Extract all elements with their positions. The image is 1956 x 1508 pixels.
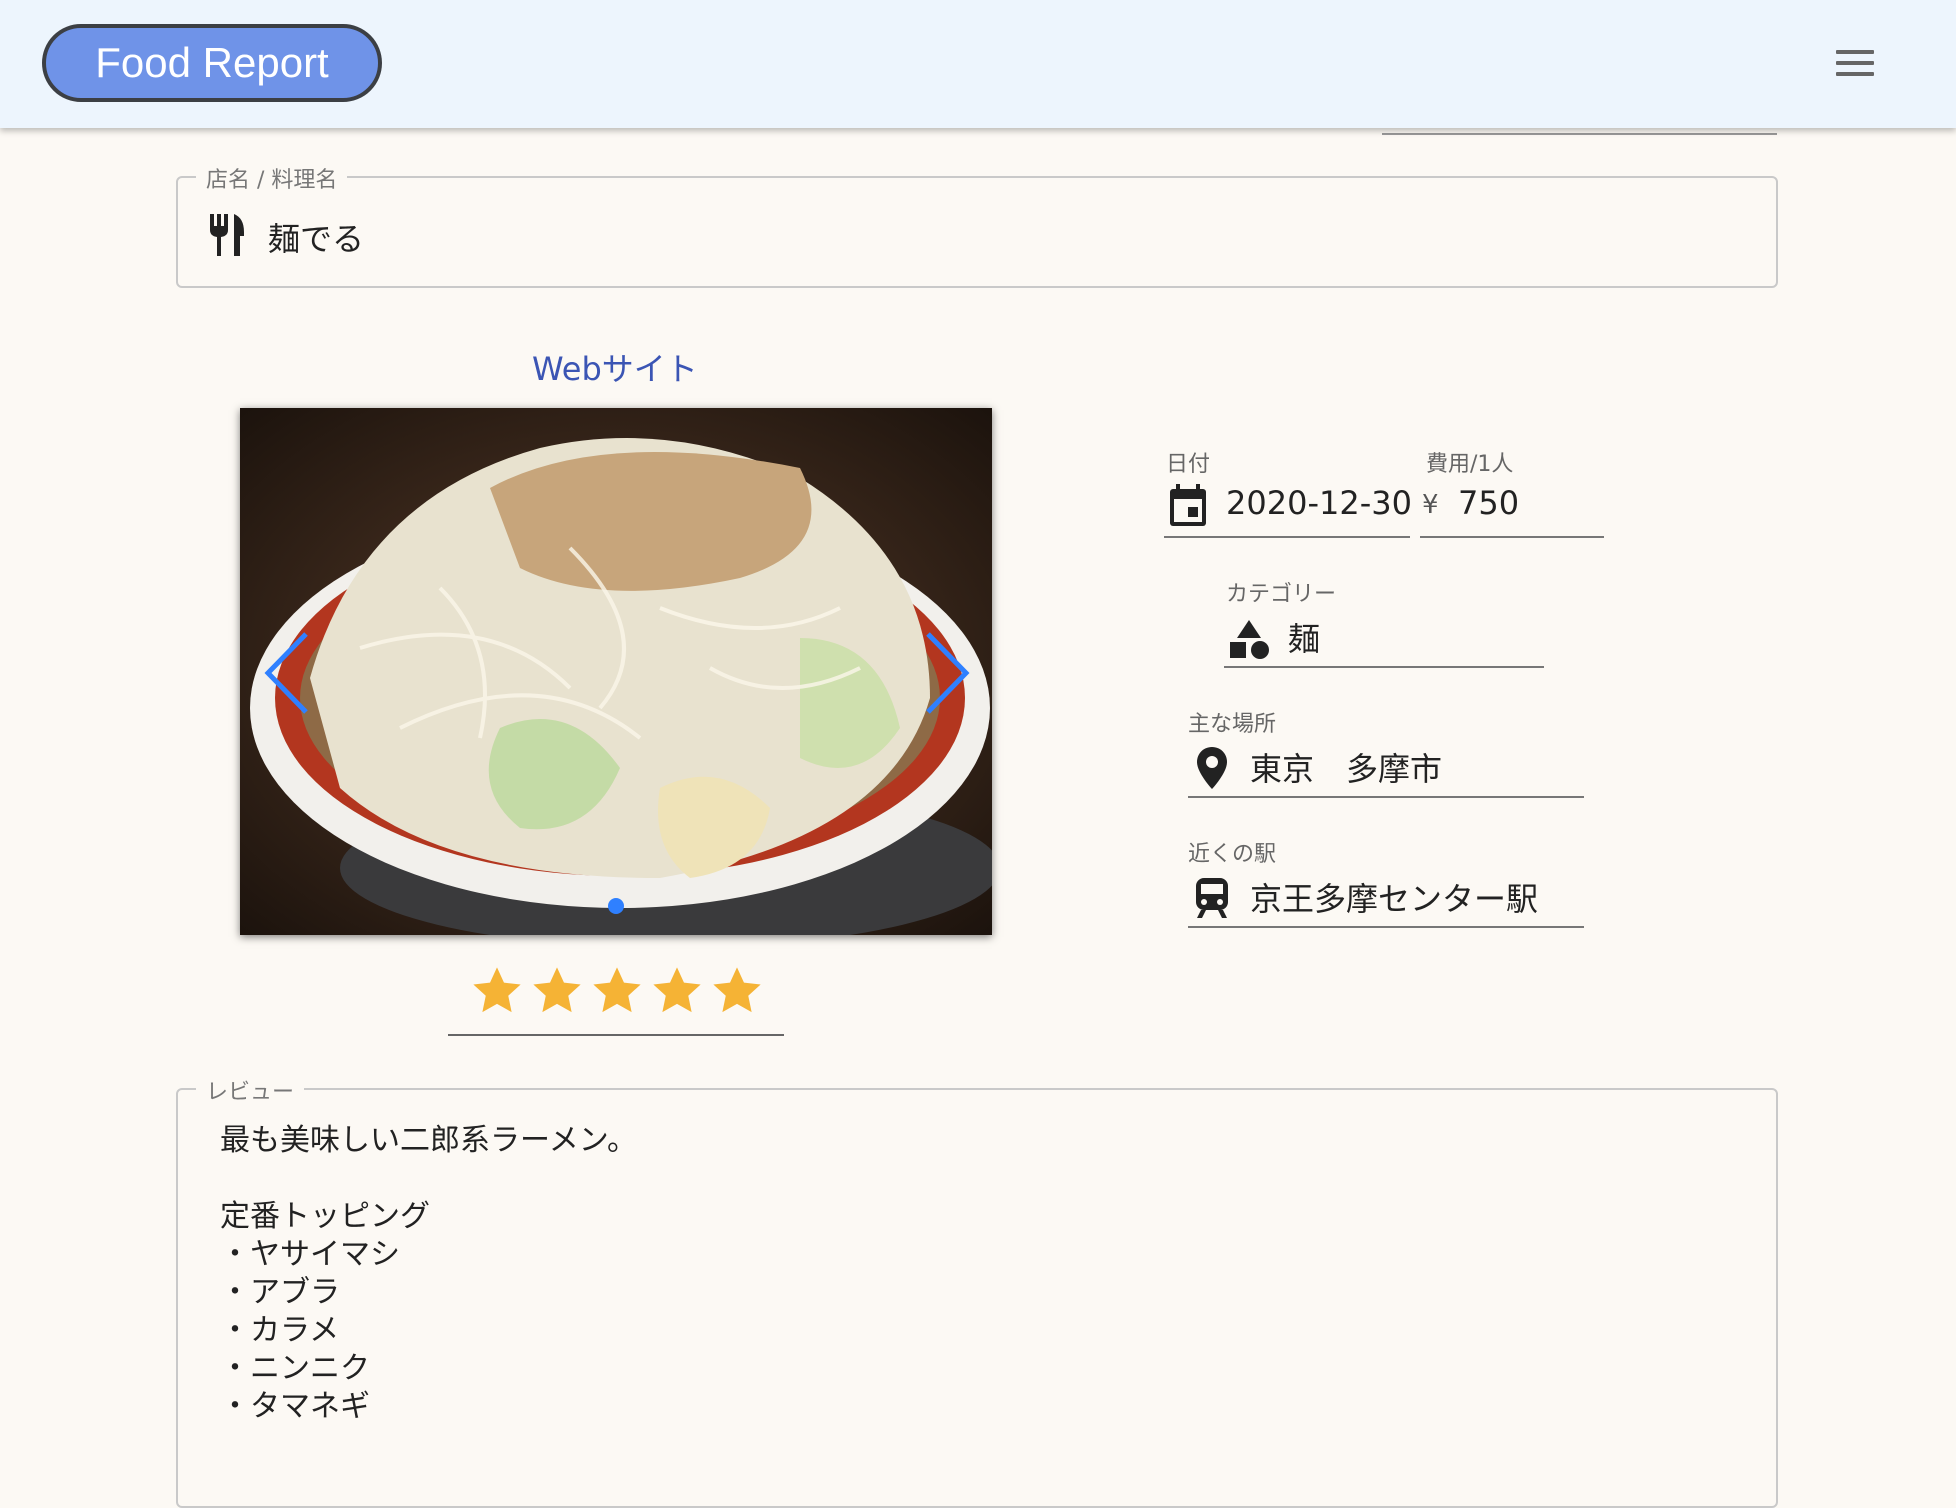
- review-line: ・カラメ: [220, 1313, 340, 1348]
- review-line: ・タマネギ: [220, 1389, 370, 1424]
- star-icon[interactable]: [530, 964, 584, 1018]
- review-field[interactable]: レビュー 最も美味しい二郎系ラーメン。 定番トッピング ・ヤサイマシ ・アブラ ・カラメ…: [176, 1074, 1778, 1508]
- location-label: 主な場所: [1188, 712, 1277, 737]
- review-line: 最も美味しい二郎系ラーメン。: [220, 1123, 637, 1158]
- yen-icon: ¥: [1422, 490, 1439, 520]
- divider: [1382, 133, 1777, 135]
- star-icon[interactable]: [650, 964, 704, 1018]
- map-pin-icon: [1197, 747, 1227, 789]
- app-bar: Food Report: [0, 0, 1956, 128]
- station-label: 近くの駅: [1188, 842, 1277, 867]
- food-photo: [240, 408, 992, 935]
- star-icon[interactable]: [710, 964, 764, 1018]
- chevron-left-icon[interactable]: [258, 628, 318, 718]
- review-line: [220, 1160, 637, 1198]
- star-icon[interactable]: [590, 964, 644, 1018]
- review-line: ・アブラ: [220, 1275, 340, 1310]
- star-icon[interactable]: [470, 964, 524, 1018]
- review-legend: レビュー: [196, 1074, 305, 1106]
- category-label: カテゴリー: [1226, 582, 1337, 607]
- review-line: 定番トッピング: [220, 1199, 430, 1234]
- restaurant-icon: [208, 212, 248, 260]
- cost-label: 費用/1人: [1426, 452, 1514, 477]
- carousel-indicator-dot[interactable]: [608, 898, 624, 914]
- shop-name-value: 麺でる: [268, 220, 365, 258]
- location-value: 東京 多摩市: [1250, 750, 1443, 788]
- train-icon: [1196, 878, 1228, 918]
- shop-name-legend: 店名 / 料理名: [196, 162, 348, 194]
- review-line: ・ヤサイマシ: [220, 1237, 400, 1272]
- category-shapes-icon: [1230, 620, 1269, 659]
- shop-name-field[interactable]: 店名 / 料理名 麺でる: [176, 162, 1778, 288]
- date-value: 2020-12-30: [1226, 484, 1412, 522]
- station-value: 京王多摩センター駅: [1250, 880, 1539, 918]
- website-link[interactable]: Webサイト: [532, 344, 698, 390]
- cost-value: 750: [1458, 484, 1520, 522]
- review-line: ・ニンニク: [220, 1351, 370, 1386]
- category-value: 麺: [1288, 620, 1321, 658]
- rating-underline: [448, 1034, 784, 1036]
- hamburger-menu-icon[interactable]: [1836, 50, 1874, 78]
- chevron-right-icon[interactable]: [916, 628, 976, 718]
- brand-button[interactable]: Food Report: [42, 24, 382, 102]
- date-label: 日付: [1166, 452, 1211, 477]
- photo-carousel[interactable]: [240, 408, 992, 935]
- star-rating[interactable]: [470, 964, 764, 1018]
- calendar-icon: [1170, 484, 1206, 526]
- review-text: 最も美味しい二郎系ラーメン。 定番トッピング ・ヤサイマシ ・アブラ ・カラメ ・ニンニク…: [220, 1122, 637, 1426]
